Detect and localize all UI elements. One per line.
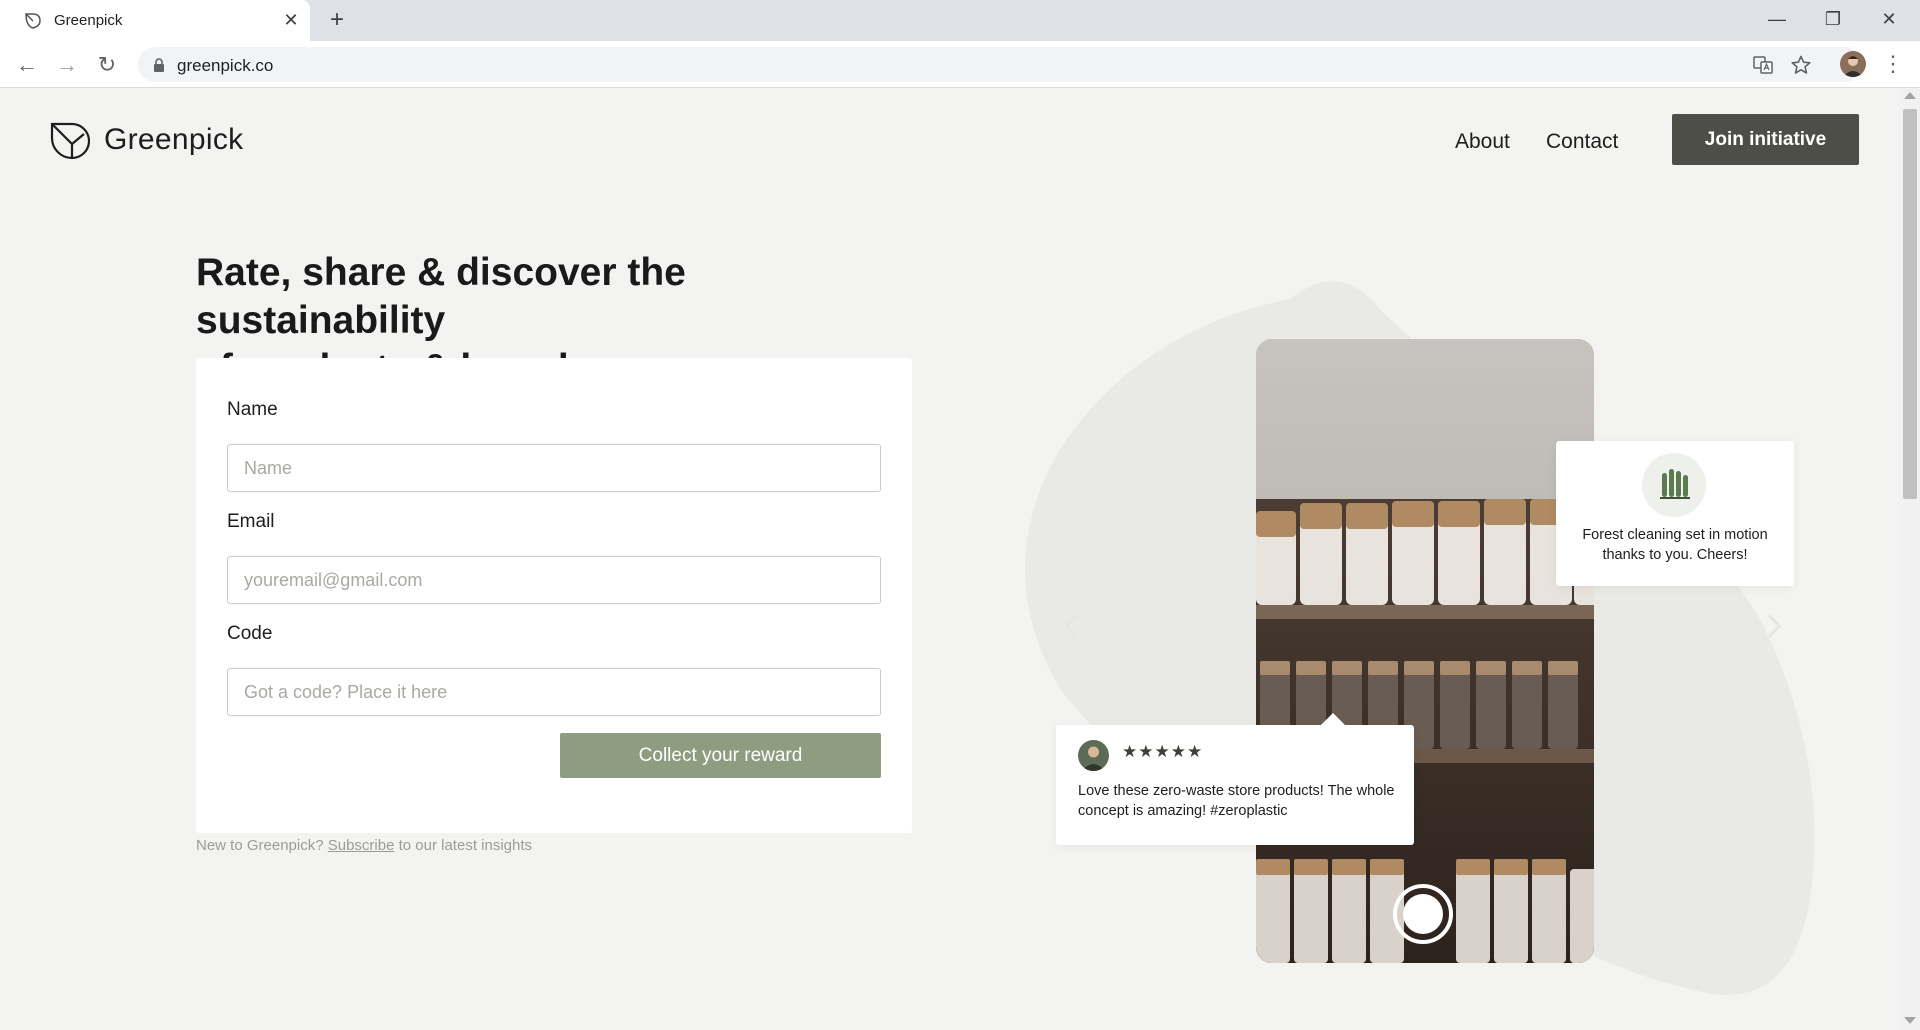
email-input[interactable] [227, 556, 881, 604]
code-label: Code [227, 623, 273, 644]
reviewer-avatar [1078, 740, 1109, 771]
subscribe-link[interactable]: Subscribe [328, 837, 395, 854]
join-initiative-button[interactable]: Join initiative [1672, 114, 1859, 165]
page-viewport: Greenpick About Contact Join initiative … [0, 89, 1900, 1030]
close-tab-icon[interactable]: ✕ [280, 9, 302, 31]
greenpick-logo-icon[interactable] [48, 120, 90, 162]
carousel-next-arrow-icon[interactable] [1764, 611, 1784, 641]
reward-form-card: Name Email Code Collect your reward [196, 358, 912, 833]
review-text: Love these zero-waste store products! Th… [1078, 783, 1395, 819]
address-bar[interactable]: greenpick.co [138, 47, 1862, 82]
footnote-prefix: New to Greenpick? [196, 837, 324, 854]
tab-title: Greenpick [54, 12, 123, 29]
scroll-up-arrow-icon[interactable] [1904, 92, 1916, 99]
bookmark-star-icon[interactable] [1790, 54, 1812, 76]
browser-toolbar: ← → ↻ greenpick.co ⋮ [0, 41, 1920, 88]
forward-button[interactable]: → [53, 51, 81, 79]
scroll-down-arrow-icon[interactable] [1904, 1017, 1916, 1024]
record-button-inner [1403, 894, 1443, 934]
phone-mockup [1256, 339, 1594, 963]
profile-avatar-icon[interactable] [1840, 51, 1866, 77]
subscribe-footnote: New to Greenpick? Subscribe to our lates… [196, 837, 532, 854]
close-window-button[interactable]: ✕ [1862, 0, 1916, 41]
lock-icon [154, 58, 164, 72]
restore-window-button[interactable]: ❐ [1806, 0, 1860, 41]
greenpick-leaf-icon [25, 13, 41, 29]
back-button[interactable]: ← [13, 51, 41, 79]
rating-stars: ★★★★★ [1122, 742, 1204, 761]
name-input[interactable] [227, 444, 881, 492]
reload-button[interactable]: ↻ [93, 51, 121, 79]
notification-text: Forest cleaning set in motion thanks to … [1582, 527, 1768, 563]
minimize-window-button[interactable]: — [1750, 0, 1804, 41]
browser-tab[interactable]: Greenpick ✕ [0, 0, 310, 41]
record-button[interactable] [1393, 884, 1453, 944]
pantry-shelf-image [1256, 339, 1594, 963]
url-text: greenpick.co [177, 56, 274, 75]
browser-tab-strip: Greenpick ✕ + — ❐ ✕ [0, 0, 1920, 41]
nav-link-contact[interactable]: Contact [1546, 130, 1618, 154]
hero-title-line-1: Rate, share & discover the sustainabilit… [196, 251, 686, 342]
name-label: Name [227, 399, 278, 420]
translate-icon[interactable] [1752, 54, 1774, 76]
brand-name[interactable]: Greenpick [104, 123, 243, 157]
page-scrollbar[interactable] [1900, 89, 1920, 1030]
notification-card: Forest cleaning set in motion thanks to … [1556, 441, 1794, 586]
carousel-prev-arrow-icon[interactable] [1062, 611, 1082, 641]
code-input[interactable] [227, 668, 881, 716]
review-card: ★★★★★ Love these zero-waste store produc… [1056, 713, 1414, 845]
scrollbar-thumb[interactable] [1903, 109, 1917, 499]
email-label: Email [227, 511, 275, 532]
nav-link-about[interactable]: About [1455, 130, 1510, 154]
review-pointer [1321, 713, 1345, 725]
forest-icon [1642, 453, 1706, 517]
footnote-suffix: to our latest insights [398, 837, 533, 854]
collect-reward-button[interactable]: Collect your reward [560, 733, 881, 778]
new-tab-button[interactable]: + [324, 8, 350, 34]
browser-menu-button[interactable]: ⋮ [1880, 51, 1906, 79]
